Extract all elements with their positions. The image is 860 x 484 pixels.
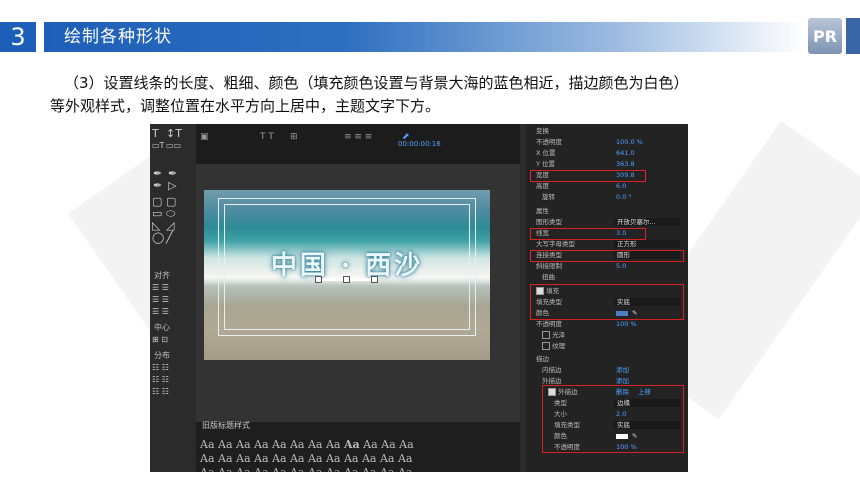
distribute-icon[interactable]: ☷ ☷ [152, 362, 169, 373]
prop-fill-opacity-value[interactable]: 100 % [616, 319, 637, 329]
prop-miter-limit: 斜接限制 [536, 262, 562, 270]
selection-handle[interactable] [343, 276, 350, 283]
add-inner-stroke-link[interactable]: 添加 [616, 365, 629, 375]
highlight-fill [530, 284, 684, 320]
font-style-icon[interactable]: T T [260, 132, 274, 142]
vertical-type-icon[interactable]: ↕T [166, 128, 182, 139]
instruction-line-2: 等外观样式，调整位置在水平方向上居中，主题文字下方。 [50, 97, 441, 115]
section-attributes[interactable]: 属性 [536, 206, 549, 216]
prop-x-position: X 位置 [536, 149, 556, 157]
pen-tool-icon[interactable]: ✒ [153, 168, 162, 179]
prop-fill-opacity: 不透明度 [536, 320, 562, 328]
sheen-checkbox[interactable]: 光泽 [542, 330, 565, 340]
center-label: 中心 [154, 323, 170, 332]
distribute-icon[interactable]: ☷ ☷ [152, 374, 169, 385]
checkbox-icon[interactable] [542, 331, 550, 339]
center-icon[interactable]: ⊞ ⊡ [152, 334, 168, 345]
rounded-rect-icon[interactable]: ▢ [166, 196, 176, 207]
wedge-tool-icon[interactable]: ◺ [152, 220, 160, 231]
prop-shape-type: 图形类型 [536, 218, 562, 226]
prop-inner-stroke: 内描边 [542, 366, 562, 374]
title-styles-panel: 旧版标题样式 Aa Aa Aa Aa Aa Aa Aa Aa Aa Aa Aa … [196, 421, 520, 472]
prop-rotation: 旋转 [542, 193, 555, 201]
line-tool-icon[interactable]: ╱ [166, 232, 173, 243]
highlight-line-width [530, 228, 646, 240]
logo-accent [846, 18, 860, 54]
section-number: 3 [0, 22, 36, 52]
rounded-rect2-icon[interactable]: ⬭ [166, 208, 175, 219]
prop-distort[interactable]: 扭曲 [542, 272, 555, 282]
prop-opacity: 不透明度 [536, 138, 562, 146]
arc-tool-icon[interactable]: ◿ [166, 220, 174, 231]
editor-screenshot: T ↕T ▭T ▭▭ ✒ ✒ ✒ ▷ ▢ ▢ ▭ ⬭ ◺ ◿ ◯ ╱ 对齐 ☰ … [150, 124, 688, 472]
distribute-icon[interactable]: ☷ ☷ [152, 386, 169, 397]
highlight-outer-stroke [542, 385, 684, 453]
prop-cap-type: 大写字母类型 [536, 240, 575, 248]
prop-x-value[interactable]: 641.0 [616, 148, 635, 158]
type-tool-icon[interactable]: T [152, 128, 159, 139]
tool-panel: T ↕T ▭T ▭▭ ✒ ✒ ✒ ▷ ▢ ▢ ▭ ⬭ ◺ ◿ ◯ ╱ 对齐 ☰ … [150, 124, 196, 472]
title-styles-label: 旧版标题样式 [202, 421, 250, 430]
clipped-rect-icon[interactable]: ▭ [152, 208, 162, 219]
background-video-frame: 中国 · 西沙 [204, 190, 490, 360]
selection-handle[interactable] [315, 276, 322, 283]
checkbox-icon[interactable] [542, 342, 550, 350]
align-icon[interactable]: ☰ ☰ [152, 306, 169, 317]
new-title-icon[interactable]: ▣ [200, 132, 209, 142]
prop-y-position: Y 位置 [536, 160, 556, 168]
section-stroke[interactable]: 描边 [536, 354, 549, 364]
font-size-icon[interactable]: ⊞ [290, 132, 298, 142]
section-title: 绘制各种形状 [64, 27, 172, 47]
texture-checkbox[interactable]: 纹理 [542, 341, 565, 351]
align-label: 对齐 [154, 271, 170, 280]
area-type-icon[interactable]: ▭T [152, 140, 164, 151]
instruction-line-1: （3）设置线条的长度、粗细、颜色（填充颜色设置与背景大海的蓝色相近，描边颜色为白… [64, 74, 689, 92]
highlight-join-type [530, 250, 684, 262]
style-swatch[interactable]: Aa Aa Aa Aa Aa Aa Aa Aa Aa Aa Aa Aa [200, 466, 413, 472]
align-icon[interactable]: ☰ ☰ [152, 282, 169, 293]
add-point-icon[interactable]: ✒ [168, 168, 177, 179]
title-properties-panel: 变换 不透明度 100.0 % X 位置 641.0 Y 位置 363.8 宽度 309… [526, 124, 688, 472]
align-icon[interactable]: ☰ ☰ [152, 294, 169, 305]
prop-opacity-value[interactable]: 100.0 % [616, 137, 643, 147]
timecode[interactable]: 00:00:00:16 [398, 140, 441, 148]
section-transform[interactable]: 变换 [536, 126, 549, 136]
style-swatch[interactable]: Aa Aa Aa Aa Aa Aa Aa Aa Aa Aa Aa Aa [200, 452, 413, 465]
highlight-width [530, 170, 646, 182]
distribute-label: 分布 [154, 351, 170, 360]
texture-label: 纹理 [552, 342, 566, 350]
title-toolbar: ▣ T T ⊞ ≡ ≡ ≡ ⬈ 00:00:00:16 [196, 124, 520, 164]
prop-y-value[interactable]: 363.8 [616, 159, 635, 169]
prop-miter-value[interactable]: 5.0 [616, 261, 626, 271]
shape-type-select[interactable]: 开放贝塞尔... [614, 218, 680, 226]
select-arrow-icon[interactable]: ▷ [168, 180, 176, 191]
sheen-label: 光泽 [552, 331, 566, 339]
title-preview-area: 中国 · 西沙 [196, 164, 520, 422]
ellipse-tool-icon[interactable]: ◯ [152, 232, 164, 243]
instruction-text: （3）设置线条的长度、粗细、颜色（填充颜色设置与背景大海的蓝色相近，描边颜色为白… [50, 72, 830, 118]
align-text-icon[interactable]: ≡ ≡ ≡ [344, 132, 372, 142]
premiere-logo: PR [808, 18, 842, 54]
selection-handle[interactable] [371, 276, 378, 283]
cap-type-select[interactable]: 正方形 [614, 240, 680, 248]
path-type-icon[interactable]: ▭▭ [166, 140, 181, 151]
style-swatch[interactable]: Aa Aa Aa Aa Aa Aa Aa Aa Aa Aa Aa Aa [200, 438, 414, 451]
convert-point-icon[interactable]: ✒ [153, 180, 162, 191]
prop-height: 高度 [536, 182, 549, 190]
prop-rotation-value[interactable]: 0.0 ° [616, 192, 632, 202]
rectangle-tool-icon[interactable]: ▢ [152, 196, 162, 207]
prop-height-value[interactable]: 6.0 [616, 181, 626, 191]
